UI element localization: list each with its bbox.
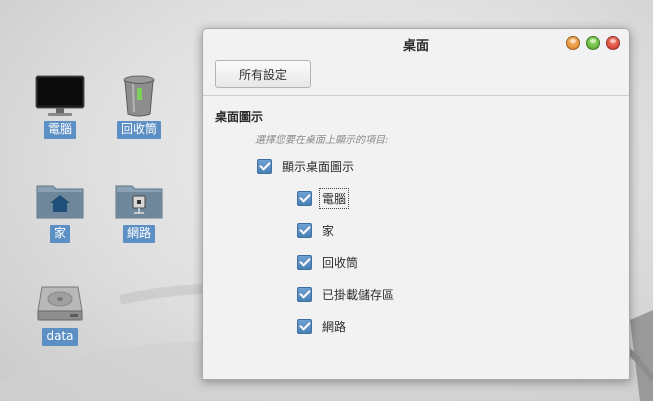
section-title: 桌面圖示 bbox=[215, 110, 264, 124]
checkbox-label: 網路 bbox=[322, 320, 347, 334]
desktop-icon-label: 家 bbox=[49, 225, 70, 243]
checkbox-label: 家 bbox=[322, 224, 335, 238]
all-settings-button[interactable]: 所有設定 bbox=[215, 60, 311, 88]
checkbox-mounted-volumes[interactable]: 已掛載儲存區 bbox=[297, 285, 396, 304]
desktop-settings-window: 桌面 所有設定 桌面圖示 選擇您要在桌面上顯示的項目: 顯示桌面圖示 電腦 家 … bbox=[202, 28, 630, 380]
desktop-icon-computer[interactable]: 電腦 bbox=[25, 74, 95, 139]
maximize-icon[interactable] bbox=[586, 36, 600, 50]
checkbox-show-desktop-icons[interactable]: 顯示桌面圖示 bbox=[257, 157, 356, 176]
toolbar: 所有設定 bbox=[203, 57, 629, 96]
desktop-icons-section: 桌面圖示 選擇您要在桌面上顯示的項目: bbox=[203, 96, 629, 146]
desktop-icon-home[interactable]: 家 bbox=[25, 178, 95, 243]
checkbox-network[interactable]: 網路 bbox=[297, 317, 348, 336]
window-controls bbox=[566, 36, 620, 50]
checkbox-checked-icon[interactable] bbox=[297, 319, 312, 334]
titlebar[interactable]: 桌面 bbox=[203, 29, 629, 57]
desktop-icon-label: 電腦 bbox=[43, 121, 76, 139]
checkbox-checked-icon[interactable] bbox=[257, 159, 272, 174]
desktop-icon-data-drive[interactable]: data bbox=[25, 281, 95, 346]
trash-icon bbox=[113, 74, 165, 118]
checkbox-trash[interactable]: 回收筒 bbox=[297, 253, 360, 272]
checkbox-checked-icon[interactable] bbox=[297, 287, 312, 302]
desktop-icon-trash[interactable]: 回收筒 bbox=[104, 74, 174, 139]
home-folder-icon bbox=[34, 178, 86, 222]
checkbox-label: 顯示桌面圖示 bbox=[282, 160, 355, 174]
checkbox-home[interactable]: 家 bbox=[297, 221, 336, 240]
checkbox-checked-icon[interactable] bbox=[297, 191, 312, 206]
close-icon[interactable] bbox=[606, 36, 620, 50]
minimize-icon[interactable] bbox=[566, 36, 580, 50]
checkbox-label: 已掛載儲存區 bbox=[322, 288, 395, 302]
checkbox-checked-icon[interactable] bbox=[297, 255, 312, 270]
checkbox-label: 電腦 bbox=[318, 188, 350, 209]
desktop-icon-label: 回收筒 bbox=[116, 121, 161, 139]
desktop-icon-network[interactable]: 網路 bbox=[104, 178, 174, 243]
section-hint: 選擇您要在桌面上顯示的項目: bbox=[255, 135, 389, 146]
network-folder-icon bbox=[113, 178, 165, 222]
monitor-icon bbox=[34, 74, 86, 118]
checkbox-label: 回收筒 bbox=[322, 256, 359, 270]
desktop-icon-label: data bbox=[42, 328, 78, 346]
hard-drive-icon bbox=[34, 281, 86, 325]
checkbox-computer[interactable]: 電腦 bbox=[297, 188, 350, 209]
desktop-icon-label: 網路 bbox=[122, 225, 155, 243]
checkbox-checked-icon[interactable] bbox=[297, 223, 312, 238]
